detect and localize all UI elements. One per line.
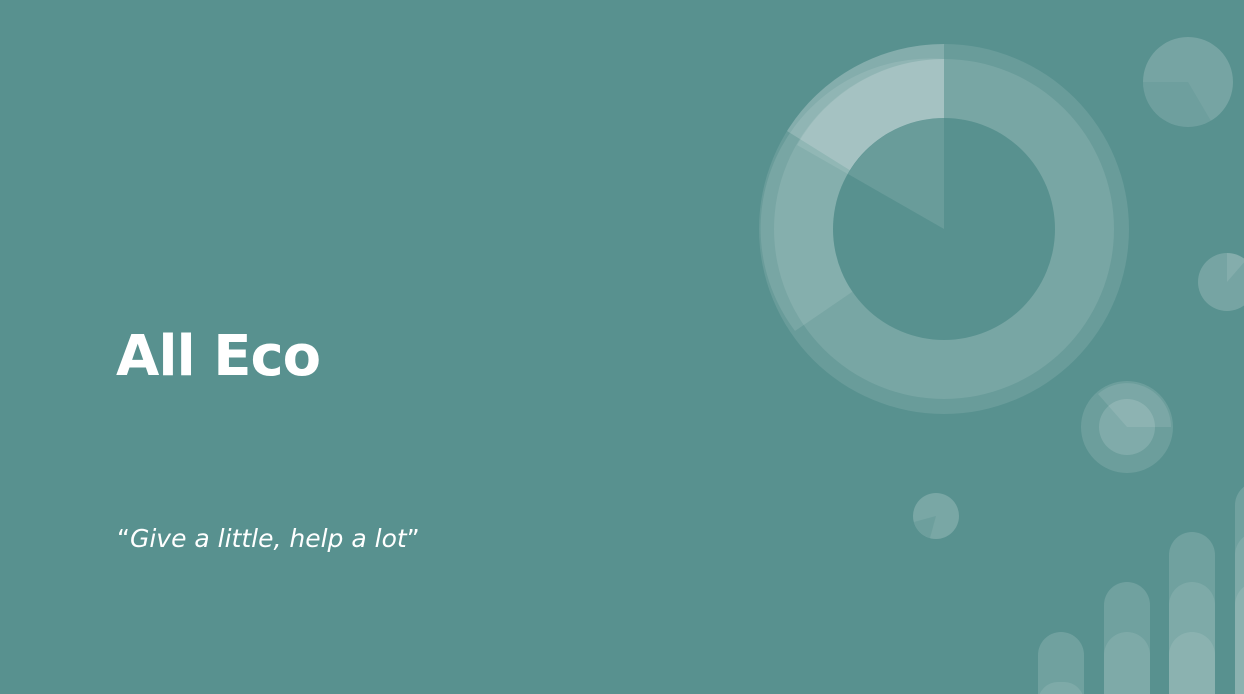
bar-2-inner	[1104, 632, 1150, 694]
title-slide: All Eco “Give a little, help a lot”	[0, 0, 1244, 694]
bar-4-inner	[1235, 586, 1244, 694]
bar-3-inner	[1169, 632, 1215, 694]
small-pie-decoration-2	[913, 493, 959, 539]
subtitle-text: Give a little, help a lot	[129, 524, 407, 553]
slide-subtitle: “Give a little, help a lot”	[117, 524, 420, 554]
small-pie-decoration-1	[1142, 37, 1233, 128]
slide-title: All Eco	[116, 324, 321, 389]
bar-decorations	[1038, 486, 1244, 694]
open-quote: “	[117, 524, 130, 553]
large-donut-decoration	[759, 43, 1129, 414]
close-quote: ”	[406, 524, 420, 553]
edge-pie-decoration	[1198, 252, 1244, 311]
ring-pie-decoration	[1081, 381, 1173, 473]
